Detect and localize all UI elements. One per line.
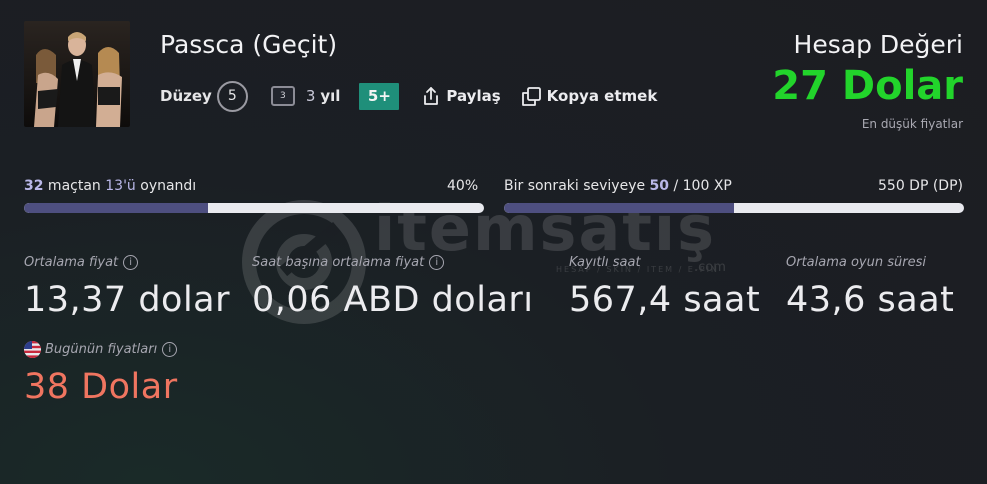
level-current-xp: 50 [649,178,670,194]
years-badge-icon: 3 [270,86,295,106]
today-price-label: Bugünün fiyatları [45,342,158,357]
stat-value-avg-price: 13,37 dolar [24,280,231,320]
matches-text-1: maçtan [43,178,106,194]
share-icon [421,86,441,106]
matches-played: 32 [24,178,44,194]
info-icon[interactable]: i [123,255,139,270]
us-flag-icon [24,341,41,358]
matches-progress-fill [24,203,208,213]
years-count: 3 [305,87,316,105]
matches-progress-bar [24,203,484,213]
info-icon[interactable]: i [429,255,445,270]
avatar [24,21,130,127]
level-progress-fill [504,203,734,213]
stat-label-hourly-price: Saat başına ortalama fiyat i [252,255,445,270]
matches-won: 13'ü [105,178,136,194]
account-name: Passca (Geçit) [160,30,338,59]
matches-percent: 40% [447,178,479,194]
account-value-subtitle: En düşük fiyatlar [861,117,963,131]
stat-value-recorded-hours: 567,4 saat [569,280,761,320]
stat-value-hourly-price: 0,06 ABD doları [252,280,534,320]
stat-label-avg-price: Ortalama fiyat i [24,255,139,270]
years-label: yıl [320,87,341,105]
account-value-title: Hesap Değeri [793,30,963,59]
today-price-value: 38 Dolar [24,367,178,407]
rank-badge: 5+ [359,82,400,110]
stat-label-avg-playtime: Ortalama oyun süresi [786,255,926,270]
level-progress-text: Bir sonraki seviyeye 50 / 100 XP [504,178,732,194]
copy-button[interactable]: Kopya etmek [521,86,658,107]
level-text-2: / 100 XP [669,178,732,194]
copy-icon [521,86,542,107]
level-badge: 5 [216,80,248,112]
info-icon[interactable]: i [162,342,178,357]
matches-progress-text: 32 maçtan 13'ü oynandı [24,178,196,194]
account-card: itemsatış HESAP / SKIN / ITEM / E-PIN .c… [0,0,987,484]
stat-value-avg-playtime: 43,6 saat [786,280,955,320]
level-progress-bar [504,203,964,213]
level-text-1: Bir sonraki seviyeye [504,178,650,194]
account-value-amount: 27 Dolar [772,63,963,109]
stat-label-recorded-hours: Kayıtlı saat [569,255,641,270]
share-button[interactable]: Paylaş [421,86,501,106]
today-price-label-row: Bugünün fiyatları i [24,341,178,358]
account-meta-row: Düzey 5 3 3 yıl 5+ Paylaş Kopya etmek [160,80,658,112]
watermark-com: .com [694,260,726,275]
level-label: Düzey [160,87,212,105]
level-dp-label: 550 DP (DP) [878,178,963,194]
share-label: Paylaş [446,87,501,105]
copy-label: Kopya etmek [546,87,658,105]
matches-text-2: oynandı [135,178,197,194]
